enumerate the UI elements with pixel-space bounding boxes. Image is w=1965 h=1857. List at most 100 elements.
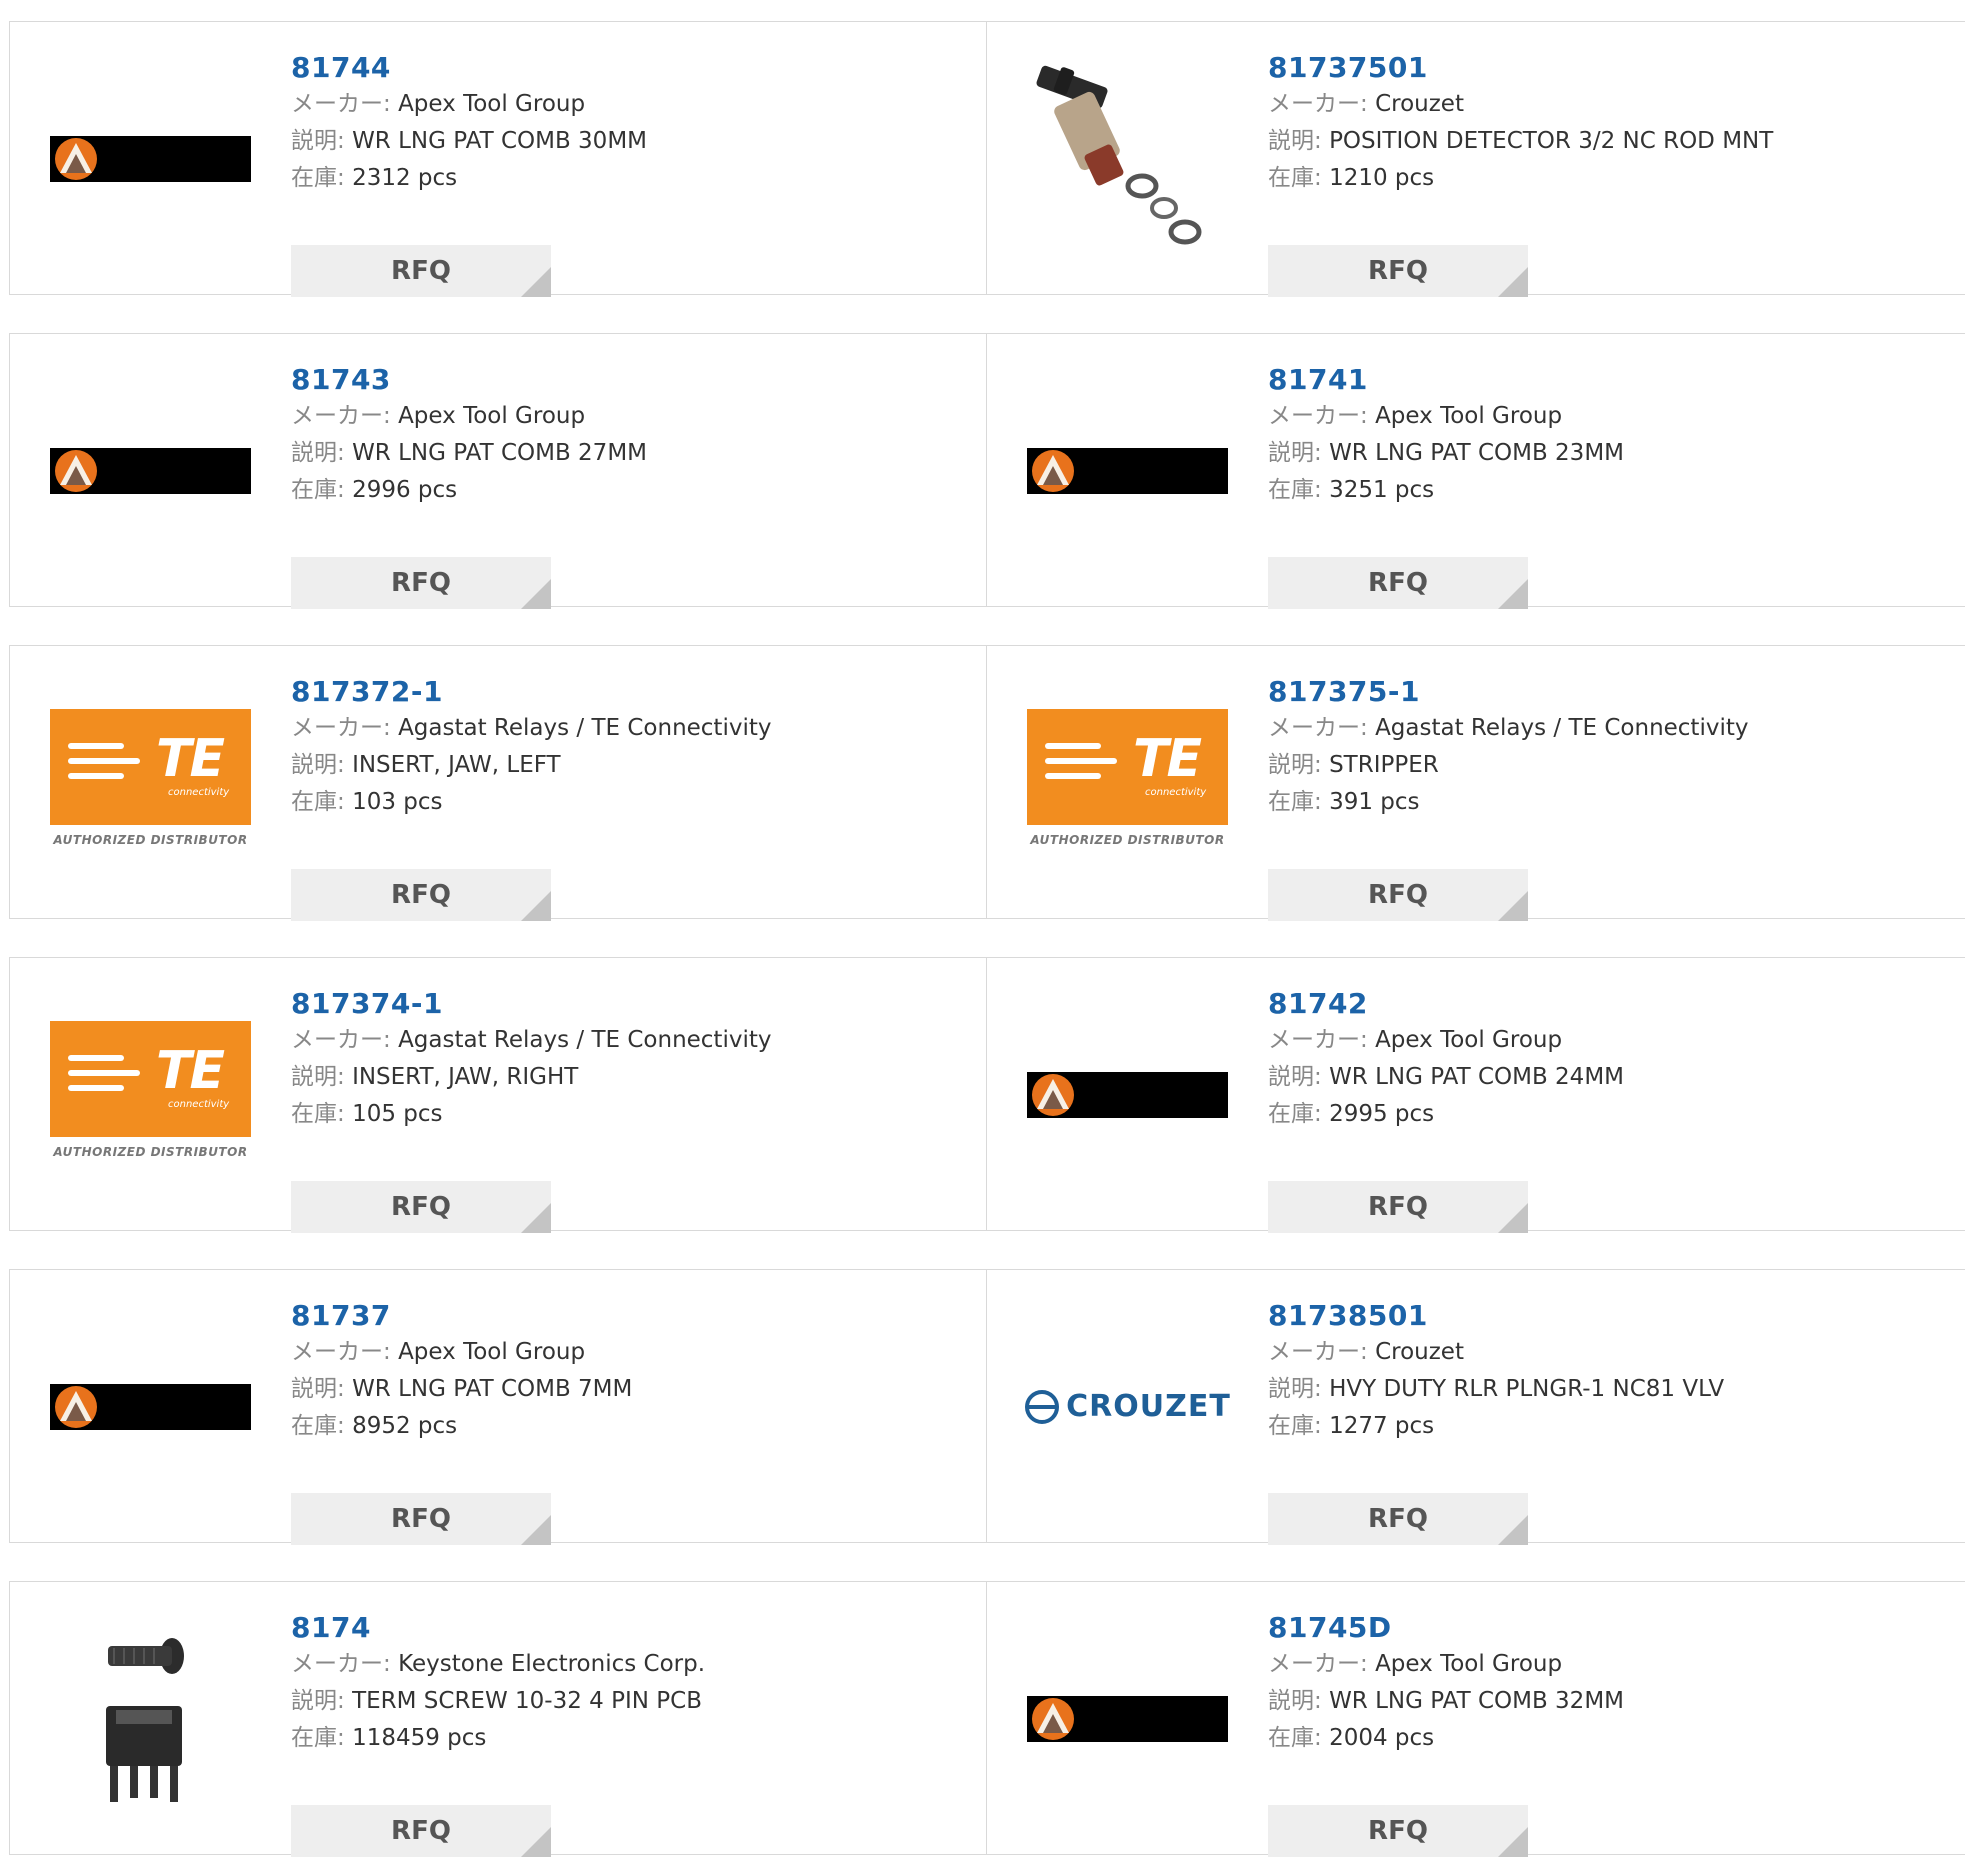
part-number-link[interactable]: 81743 <box>291 362 971 398</box>
description-line: 説明: WR LNG PAT COMB 7MM <box>291 1371 971 1408</box>
part-number-link[interactable]: 81744 <box>291 50 971 86</box>
apex-logo <box>1027 1695 1228 1742</box>
rfq-button[interactable]: RFQ <box>1268 1493 1528 1545</box>
product-image[interactable] <box>1027 1618 1228 1819</box>
part-number-link[interactable]: 817372-1 <box>291 674 971 710</box>
description-value: WR LNG PAT COMB 27MM <box>352 440 648 466</box>
maker-label: メーカー: <box>291 715 391 741</box>
maker-value: Apex Tool Group <box>1375 403 1563 429</box>
corner-triangle-icon <box>1498 891 1528 921</box>
part-number-link[interactable]: 8174 <box>291 1610 971 1646</box>
product-image[interactable] <box>50 1306 251 1507</box>
maker-label: メーカー: <box>291 1027 391 1053</box>
stock-value: 391 pcs <box>1329 789 1420 815</box>
rfq-button[interactable]: RFQ <box>1268 869 1528 921</box>
rfq-label: RFQ <box>391 880 451 910</box>
product-card: TE connectivity AUTHORIZED DISTRIBUTOR 8… <box>986 645 1965 921</box>
rfq-button[interactable]: RFQ <box>1268 1181 1528 1233</box>
stock-line: 在庫: 105 pcs <box>291 1096 971 1133</box>
authorized-distributor-label: AUTHORIZED DISTRIBUTOR <box>53 1144 248 1159</box>
product-image[interactable] <box>50 370 251 571</box>
description-value: STRIPPER <box>1329 752 1439 778</box>
stock-value: 3251 pcs <box>1329 477 1435 503</box>
te-logo: TE connectivity AUTHORIZED DISTRIBUTOR <box>50 708 251 857</box>
corner-triangle-icon <box>1498 267 1528 297</box>
part-number-link[interactable]: 81742 <box>1268 986 1948 1022</box>
product-image[interactable]: TE connectivity AUTHORIZED DISTRIBUTOR <box>50 994 251 1195</box>
description-value: INSERT, JAW, RIGHT <box>352 1064 579 1090</box>
stock-line: 在庫: 2312 pcs <box>291 160 971 197</box>
product-image[interactable]: TE connectivity AUTHORIZED DISTRIBUTOR <box>1027 682 1228 883</box>
corner-triangle-icon <box>1498 579 1528 609</box>
stock-value: 1277 pcs <box>1329 1413 1435 1439</box>
product-image[interactable] <box>50 58 251 259</box>
stock-label: 在庫: <box>291 1413 345 1439</box>
product-info: 81743 メーカー: Apex Tool Group 説明: WR LNG P… <box>291 362 971 609</box>
part-number-link[interactable]: 81745D <box>1268 1610 1948 1646</box>
rfq-button[interactable]: RFQ <box>291 557 551 609</box>
crouzet-emblem-icon <box>1025 1389 1060 1424</box>
product-info: 8174 メーカー: Keystone Electronics Corp. 説明… <box>291 1610 971 1857</box>
rfq-button[interactable]: RFQ <box>291 869 551 921</box>
product-info: 817375-1 メーカー: Agastat Relays / TE Conne… <box>1268 674 1948 921</box>
product-card: TE connectivity AUTHORIZED DISTRIBUTOR 8… <box>9 645 988 921</box>
corner-triangle-icon <box>521 891 551 921</box>
part-number-link[interactable]: 81737 <box>291 1298 971 1334</box>
product-card: 81737501 メーカー: Crouzet 説明: POSITION DETE… <box>986 21 1965 297</box>
stock-value: 8952 pcs <box>352 1413 458 1439</box>
description-line: 説明: INSERT, JAW, RIGHT <box>291 1059 971 1096</box>
rfq-button[interactable]: RFQ <box>291 1805 551 1857</box>
part-number-link[interactable]: 817375-1 <box>1268 674 1948 710</box>
rfq-label: RFQ <box>1368 1504 1428 1534</box>
description-value: INSERT, JAW, LEFT <box>352 752 561 778</box>
rfq-button[interactable]: RFQ <box>1268 1805 1528 1857</box>
product-image[interactable] <box>50 1618 251 1819</box>
description-line: 説明: WR LNG PAT COMB 30MM <box>291 123 971 160</box>
rfq-button[interactable]: RFQ <box>291 245 551 297</box>
description-line: 説明: INSERT, JAW, LEFT <box>291 747 971 784</box>
stock-label: 在庫: <box>1268 477 1322 503</box>
part-number-link[interactable]: 81738501 <box>1268 1298 1948 1334</box>
maker-value: Apex Tool Group <box>1375 1027 1563 1053</box>
product-info: 817372-1 メーカー: Agastat Relays / TE Conne… <box>291 674 971 921</box>
description-value: HVY DUTY RLR PLNGR-1 NC81 VLV <box>1329 1376 1725 1402</box>
maker-value: Apex Tool Group <box>398 403 586 429</box>
stock-label: 在庫: <box>1268 1725 1322 1751</box>
maker-line: メーカー: Crouzet <box>1268 1334 1948 1371</box>
product-image[interactable] <box>1027 994 1228 1195</box>
corner-triangle-icon <box>521 579 551 609</box>
rfq-button[interactable]: RFQ <box>291 1493 551 1545</box>
description-label: 説明: <box>1268 752 1322 778</box>
product-info: 817374-1 メーカー: Agastat Relays / TE Conne… <box>291 986 971 1233</box>
apex-logo <box>50 447 251 494</box>
description-line: 説明: TERM SCREW 10-32 4 PIN PCB <box>291 1683 971 1720</box>
product-card: 81737 メーカー: Apex Tool Group 説明: WR LNG P… <box>9 1269 988 1545</box>
rfq-button[interactable]: RFQ <box>291 1181 551 1233</box>
product-card: 81741 メーカー: Apex Tool Group 説明: WR LNG P… <box>986 333 1965 609</box>
maker-value: Crouzet <box>1375 1339 1464 1365</box>
product-image[interactable]: CROUZET <box>1025 1306 1230 1507</box>
part-number-link[interactable]: 81741 <box>1268 362 1948 398</box>
corner-triangle-icon <box>1498 1515 1528 1545</box>
product-row: TE connectivity AUTHORIZED DISTRIBUTOR 8… <box>9 957 1965 1233</box>
product-image[interactable] <box>1027 370 1228 571</box>
rfq-label: RFQ <box>1368 1192 1428 1222</box>
product-image[interactable] <box>1027 58 1228 259</box>
product-image[interactable]: TE connectivity AUTHORIZED DISTRIBUTOR <box>50 682 251 883</box>
product-card: 81745D メーカー: Apex Tool Group 説明: WR LNG … <box>986 1581 1965 1857</box>
maker-label: メーカー: <box>291 91 391 117</box>
description-line: 説明: WR LNG PAT COMB 23MM <box>1268 435 1948 472</box>
te-logo-subtitle: connectivity <box>168 786 230 798</box>
part-number-link[interactable]: 81737501 <box>1268 50 1948 86</box>
maker-label: メーカー: <box>291 403 391 429</box>
product-info: 81744 メーカー: Apex Tool Group 説明: WR LNG P… <box>291 50 971 297</box>
rfq-button[interactable]: RFQ <box>1268 557 1528 609</box>
product-info: 81741 メーカー: Apex Tool Group 説明: WR LNG P… <box>1268 362 1948 609</box>
maker-label: メーカー: <box>1268 1339 1368 1365</box>
position-detector-photo <box>1036 65 1202 245</box>
product-card: 81742 メーカー: Apex Tool Group 説明: WR LNG P… <box>986 957 1965 1233</box>
rfq-label: RFQ <box>1368 1816 1428 1846</box>
rfq-button[interactable]: RFQ <box>1268 245 1528 297</box>
part-number-link[interactable]: 817374-1 <box>291 986 971 1022</box>
corner-triangle-icon <box>521 1203 551 1233</box>
